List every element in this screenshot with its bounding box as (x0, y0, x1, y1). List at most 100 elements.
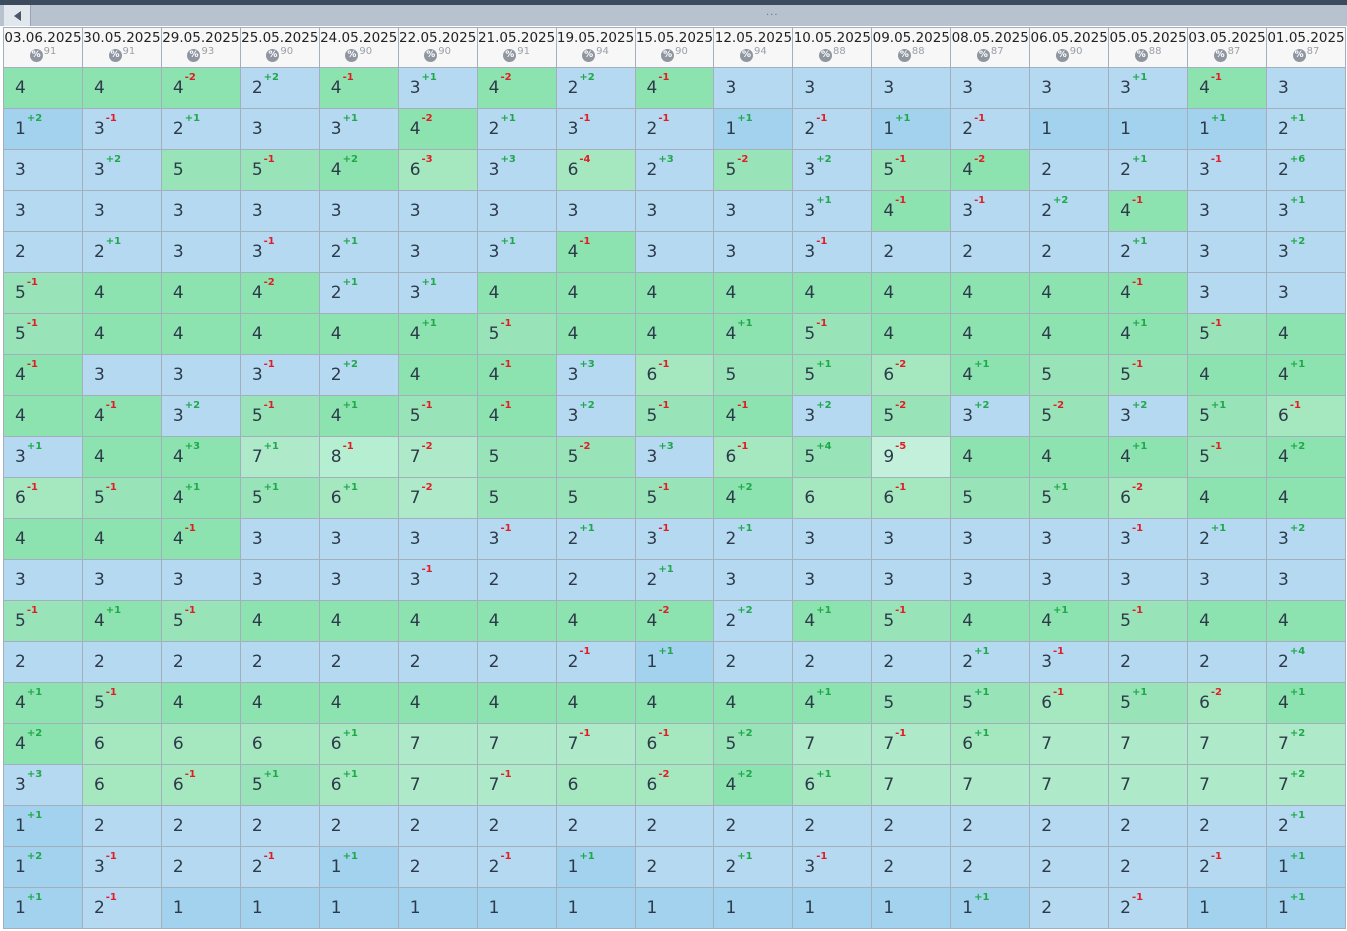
grid-cell[interactable]: 1+2 (3, 846, 83, 888)
grid-cell[interactable]: 3 (397, 190, 478, 232)
grid-cell[interactable]: 3-1 (81, 846, 162, 888)
grid-cell[interactable]: 4+3 (160, 436, 241, 478)
grid-cell[interactable]: 7 (1029, 723, 1110, 765)
grid-cell[interactable]: 5-2 (713, 149, 794, 191)
column-header[interactable]: 19.05.2025% 94 (555, 27, 636, 68)
grid-cell[interactable]: 4-1 (1108, 272, 1189, 314)
grid-cell[interactable]: 4 (871, 272, 952, 314)
grid-cell[interactable]: 2 (476, 559, 557, 601)
grid-cell[interactable]: 1 (239, 887, 320, 929)
grid-cell[interactable]: 4 (81, 313, 162, 355)
grid-cell[interactable]: 2 (318, 641, 399, 683)
grid-cell[interactable]: 2+2 (1029, 190, 1110, 232)
grid-cell[interactable]: 2 (397, 846, 478, 888)
column-header[interactable]: 09.05.2025% 88 (871, 27, 952, 68)
grid-cell[interactable]: 3-1 (792, 846, 873, 888)
grid-cell[interactable]: 5-1 (1187, 313, 1267, 355)
grid-cell[interactable]: 2-1 (634, 108, 715, 150)
grid-cell[interactable]: 4 (555, 313, 636, 355)
grid-cell[interactable]: 2+1 (1108, 231, 1189, 273)
grid-cell[interactable]: 3+3 (476, 149, 557, 191)
horizontal-scrollbar[interactable]: ... (0, 5, 1347, 26)
grid-cell[interactable]: 5-2 (871, 395, 952, 437)
grid-cell[interactable]: 3 (713, 67, 794, 109)
grid-cell[interactable]: 3+2 (950, 395, 1031, 437)
grid-cell[interactable]: 5 (160, 149, 241, 191)
grid-cell[interactable]: 5-1 (871, 149, 952, 191)
grid-cell[interactable]: 4+1 (1266, 682, 1346, 724)
grid-cell[interactable]: 2 (1029, 805, 1110, 847)
grid-cell[interactable]: 3+3 (555, 354, 636, 396)
grid-cell[interactable]: 2 (1029, 149, 1110, 191)
grid-cell[interactable]: 2 (1108, 846, 1189, 888)
grid-cell[interactable]: 4 (239, 313, 320, 355)
grid-cell[interactable]: 2-1 (792, 108, 873, 150)
grid-cell[interactable]: 4 (3, 67, 83, 109)
grid-cell[interactable]: 3+1 (792, 190, 873, 232)
grid-cell[interactable]: 3-1 (634, 518, 715, 560)
grid-cell[interactable]: 3 (792, 67, 873, 109)
grid-cell[interactable]: 3 (160, 559, 241, 601)
grid-cell[interactable]: 3 (397, 231, 478, 273)
grid-cell[interactable]: 3 (1187, 231, 1267, 273)
grid-cell[interactable]: 3 (160, 231, 241, 273)
grid-cell[interactable]: 1 (713, 887, 794, 929)
grid-cell[interactable]: 3-1 (792, 231, 873, 273)
grid-cell[interactable]: 1+1 (1266, 887, 1346, 929)
grid-cell[interactable]: 4-1 (713, 395, 794, 437)
grid-cell[interactable]: 5+1 (792, 354, 873, 396)
grid-cell[interactable]: 2+6 (1266, 149, 1346, 191)
grid-cell[interactable]: 4-1 (476, 395, 557, 437)
grid-cell[interactable]: 4 (397, 600, 478, 642)
column-header[interactable]: 25.05.2025% 90 (239, 27, 320, 68)
grid-cell[interactable]: 3 (1029, 559, 1110, 601)
grid-cell[interactable]: 2 (555, 559, 636, 601)
grid-cell[interactable]: 7 (950, 764, 1031, 806)
grid-cell[interactable]: 4+2 (318, 149, 399, 191)
grid-cell[interactable]: 5-1 (634, 395, 715, 437)
grid-cell[interactable]: 3 (3, 190, 83, 232)
grid-cell[interactable]: 4 (3, 518, 83, 560)
grid-cell[interactable]: 2 (871, 641, 952, 683)
grid-cell[interactable]: 3+2 (1266, 231, 1346, 273)
grid-cell[interactable]: 6-2 (634, 764, 715, 806)
grid-cell[interactable]: 7 (397, 723, 478, 765)
grid-cell[interactable]: 5-1 (3, 272, 83, 314)
column-header[interactable]: 22.05.2025% 90 (397, 27, 478, 68)
grid-cell[interactable]: 3 (397, 518, 478, 560)
grid-cell[interactable]: 6-1 (1266, 395, 1346, 437)
grid-cell[interactable]: 3+1 (1266, 190, 1346, 232)
grid-cell[interactable]: 3 (950, 67, 1031, 109)
grid-cell[interactable]: 1+1 (318, 846, 399, 888)
grid-cell[interactable]: 7-1 (871, 723, 952, 765)
grid-cell[interactable]: 7 (1029, 764, 1110, 806)
grid-cell[interactable]: 3-1 (397, 559, 478, 601)
grid-cell[interactable]: 3 (239, 518, 320, 560)
grid-cell[interactable]: 7-1 (476, 764, 557, 806)
grid-cell[interactable]: 2 (3, 231, 83, 273)
column-header[interactable]: 21.05.2025% 91 (476, 27, 557, 68)
grid-cell[interactable]: 4 (397, 682, 478, 724)
grid-cell[interactable]: 1 (1029, 108, 1110, 150)
grid-cell[interactable]: 6-1 (3, 477, 83, 519)
grid-cell[interactable]: 5-1 (3, 600, 83, 642)
grid-cell[interactable]: 3 (81, 559, 162, 601)
grid-cell[interactable]: 4 (555, 272, 636, 314)
grid-cell[interactable]: 4 (555, 600, 636, 642)
grid-cell[interactable]: 3 (3, 559, 83, 601)
grid-cell[interactable]: 2 (871, 231, 952, 273)
grid-cell[interactable]: 1+1 (555, 846, 636, 888)
grid-cell[interactable]: 3 (1108, 559, 1189, 601)
grid-cell[interactable]: 3 (239, 559, 320, 601)
grid-cell[interactable]: 5-1 (3, 313, 83, 355)
grid-cell[interactable]: 3+1 (397, 272, 478, 314)
grid-cell[interactable]: 3 (1266, 559, 1346, 601)
grid-cell[interactable]: 2+1 (713, 846, 794, 888)
grid-cell[interactable]: 5 (950, 477, 1031, 519)
grid-cell[interactable]: 4 (318, 600, 399, 642)
scroll-left-button[interactable] (4, 5, 31, 26)
grid-cell[interactable]: 4-1 (1187, 67, 1267, 109)
grid-cell[interactable]: 7+1 (239, 436, 320, 478)
grid-cell[interactable]: 4 (476, 600, 557, 642)
grid-cell[interactable]: 4 (713, 682, 794, 724)
